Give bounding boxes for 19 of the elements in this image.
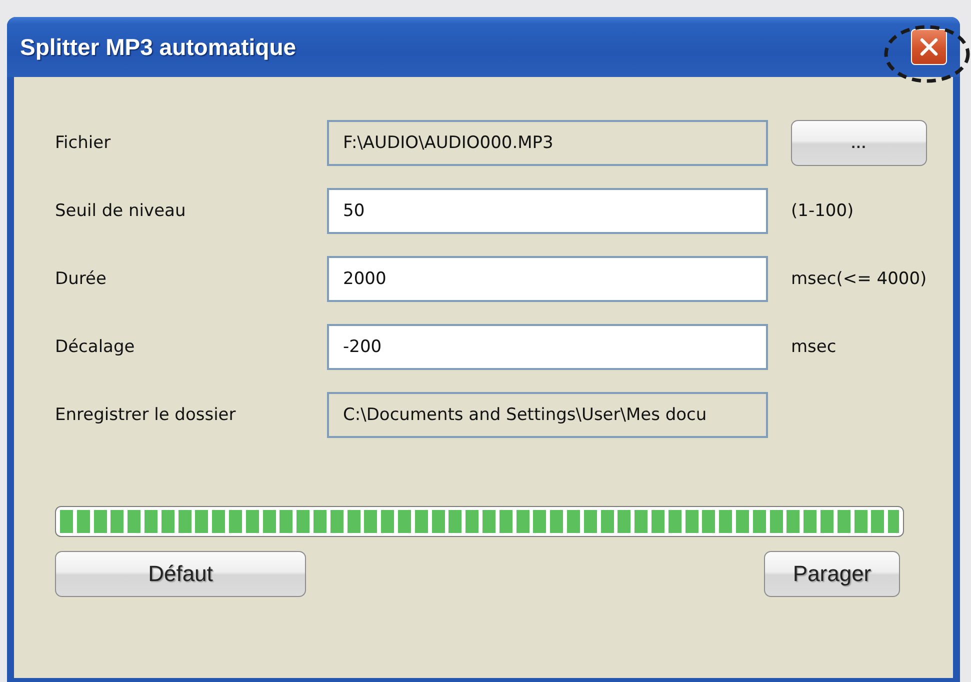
unit-label: msec xyxy=(791,337,838,357)
input-field[interactable]: -200 xyxy=(327,324,768,370)
readonly-field[interactable]: C:\Documents and Settings\User\Mes docu xyxy=(327,392,768,438)
field-label: Enregistrer le dossier xyxy=(55,405,237,425)
field-label: Seuil de niveau xyxy=(55,201,187,221)
input-field[interactable]: 50 xyxy=(327,188,768,234)
browse-button[interactable]: ... xyxy=(791,120,927,166)
input-field[interactable]: 2000 xyxy=(327,256,768,302)
split-button[interactable]: Parager xyxy=(764,551,900,597)
default-button[interactable]: Défaut xyxy=(55,551,306,597)
close-icon xyxy=(919,37,939,57)
readonly-field[interactable]: F:\AUDIO\AUDIO000.MP3 xyxy=(327,120,768,166)
field-label: Fichier xyxy=(55,133,112,153)
close-button[interactable] xyxy=(911,29,947,65)
unit-label: (1-100) xyxy=(791,201,855,221)
field-label: Durée xyxy=(55,269,108,289)
window-title: Splitter MP3 automatique xyxy=(20,34,298,60)
field-label: Décalage xyxy=(55,337,136,357)
unit-label: msec(<= 4000) xyxy=(791,269,927,289)
